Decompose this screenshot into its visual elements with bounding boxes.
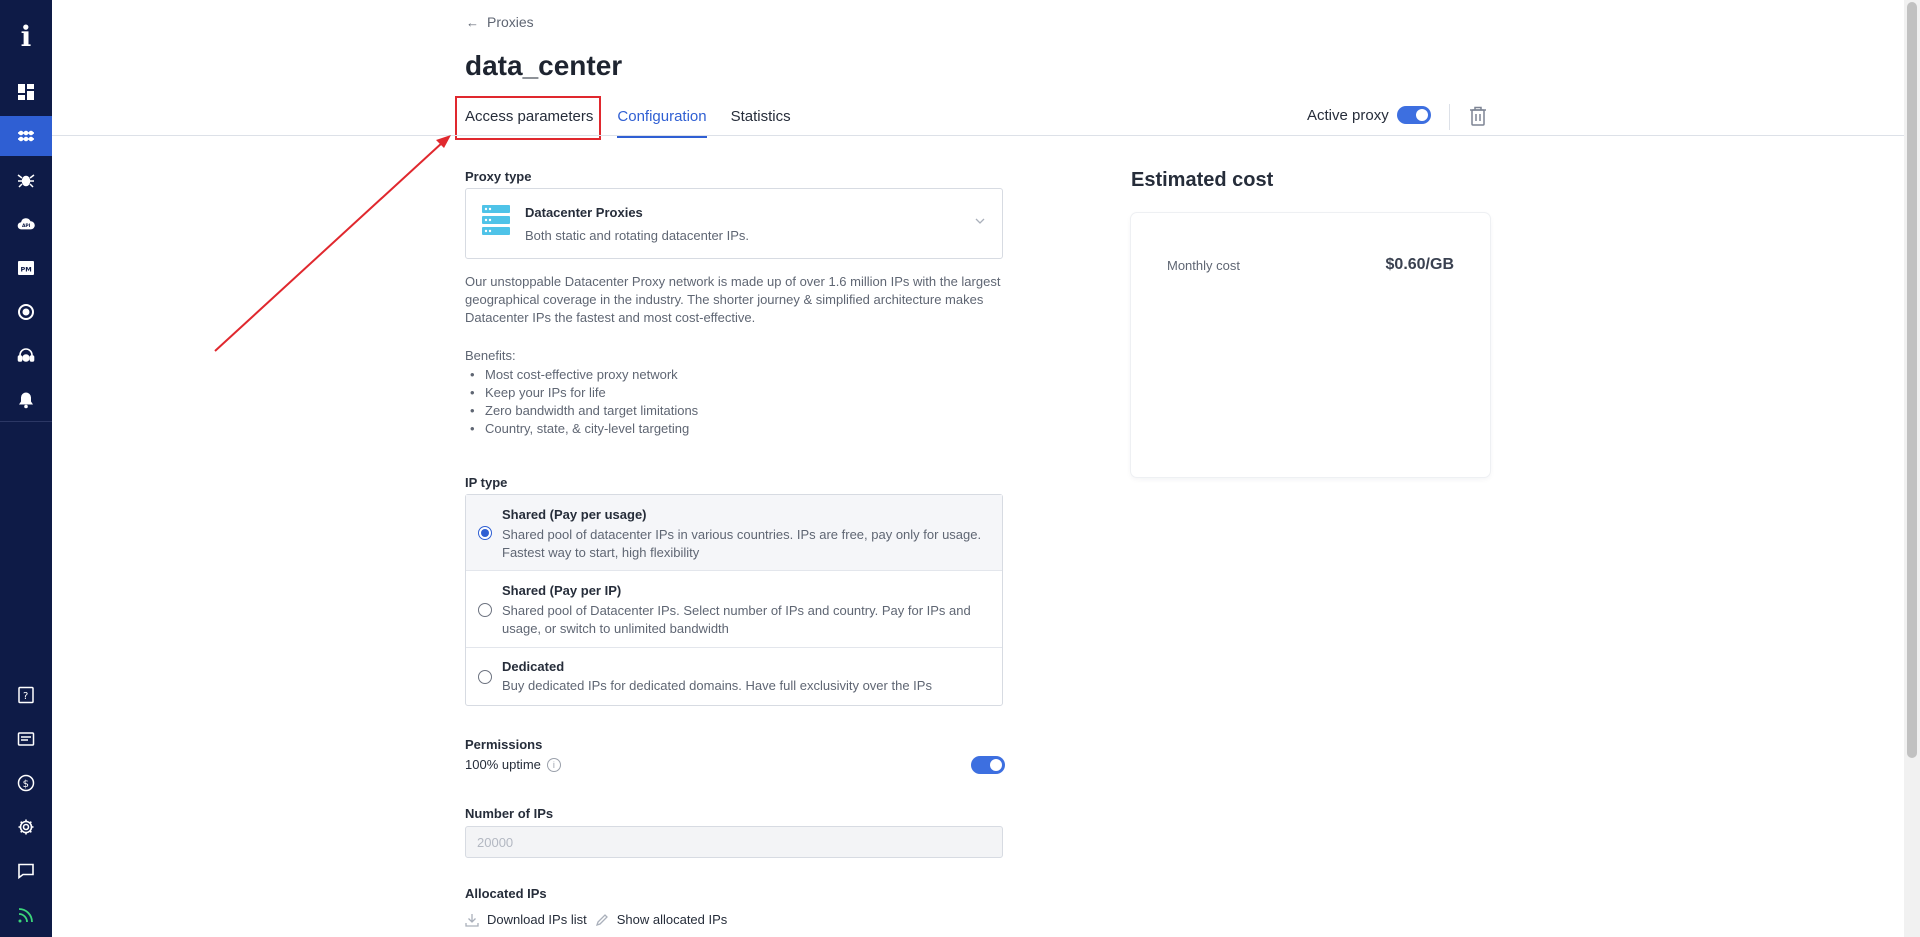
- active-proxy-label: Active proxy: [1307, 106, 1389, 124]
- svg-text:?: ?: [23, 691, 28, 702]
- ip-option-title: Shared (Pay per usage): [502, 507, 647, 522]
- ip-type-label: IP type: [465, 475, 508, 490]
- proxy-manager-icon[interactable]: PM: [0, 248, 52, 288]
- api-cloud-icon[interactable]: API: [0, 204, 52, 244]
- sidebar-divider: [0, 421, 52, 422]
- permissions-label: Permissions: [465, 737, 543, 752]
- proxy-type-title: Datacenter Proxies: [525, 205, 643, 220]
- svg-text:PM: PM: [21, 266, 32, 274]
- settings-gear-icon[interactable]: [0, 807, 52, 847]
- rss-feed-icon[interactable]: [0, 895, 52, 935]
- radio-button[interactable]: [478, 670, 492, 684]
- estimated-cost-card: Monthly cost $0.60/GB: [1131, 213, 1490, 477]
- benefit-item: Most cost-effective proxy network: [465, 366, 698, 384]
- ip-type-radio-group: Shared (Pay per usage) Shared pool of da…: [465, 494, 1003, 706]
- help-icon[interactable]: ?: [0, 675, 52, 715]
- bell-icon[interactable]: [0, 380, 52, 420]
- sidebar: i API PM ? $: [0, 0, 52, 937]
- annotation-arrow: [214, 135, 451, 352]
- back-to-proxies-link[interactable]: ← Proxies: [466, 14, 534, 30]
- ip-option-desc: Buy dedicated IPs for dedicated domains.…: [502, 678, 932, 693]
- ip-option-shared-ip[interactable]: Shared (Pay per IP) Shared pool of Datac…: [466, 571, 1002, 648]
- proxy-type-subtitle: Both static and rotating datacenter IPs.: [525, 228, 750, 243]
- ip-option-desc: Shared pool of Datacenter IPs. Select nu…: [502, 603, 971, 636]
- chat-icon[interactable]: [0, 851, 52, 891]
- radio-button[interactable]: [478, 603, 492, 617]
- uptime-toggle[interactable]: [971, 756, 1005, 774]
- dashboard-icon[interactable]: [0, 72, 52, 112]
- uptime-label: 100% uptime: [465, 757, 541, 772]
- scrollbar-thumb[interactable]: [1907, 2, 1917, 758]
- support-headset-icon[interactable]: [0, 336, 52, 376]
- proxy-type-select[interactable]: Datacenter Proxies Both static and rotat…: [465, 188, 1003, 259]
- monthly-cost-label: Monthly cost: [1167, 258, 1240, 273]
- back-link-label: Proxies: [487, 14, 534, 30]
- tab-divider: [52, 135, 1904, 136]
- server-stack-icon: [482, 205, 510, 235]
- proxy-type-description: Our unstoppable Datacenter Proxy network…: [465, 274, 1001, 325]
- tab-statistics[interactable]: Statistics: [731, 98, 791, 138]
- benefits-title: Benefits:: [465, 348, 516, 363]
- ip-option-shared-usage[interactable]: Shared (Pay per usage) Shared pool of da…: [466, 495, 1002, 571]
- header-separator: [1449, 104, 1450, 130]
- proxies-network-icon[interactable]: [0, 116, 52, 156]
- show-allocated-ips-link[interactable]: Show allocated IPs: [617, 912, 728, 927]
- radio-button[interactable]: [478, 526, 492, 540]
- benefits-list: Most cost-effective proxy network Keep y…: [465, 366, 698, 438]
- benefit-item: Zero bandwidth and target limitations: [465, 402, 698, 420]
- proxy-type-label: Proxy type: [465, 169, 532, 184]
- benefit-item: Country, state, & city-level targeting: [465, 420, 698, 438]
- page-title: data_center: [465, 50, 623, 81]
- chevron-down-icon: [975, 218, 985, 224]
- billing-list-icon[interactable]: [0, 719, 52, 759]
- allocated-ips-label: Allocated IPs: [465, 886, 547, 901]
- tab-bar: Access parameters Configuration Statisti…: [454, 96, 815, 140]
- pencil-icon: [595, 913, 608, 926]
- download-ips-link[interactable]: Download IPs list: [487, 912, 587, 927]
- trash-icon[interactable]: [1469, 106, 1487, 126]
- active-proxy-control: Active proxy: [1307, 106, 1431, 124]
- dollar-icon[interactable]: $: [0, 763, 52, 803]
- number-of-ips-input[interactable]: 20000: [465, 826, 1003, 858]
- arrow-left-icon: ←: [466, 14, 479, 30]
- download-icon: [465, 913, 479, 927]
- ip-option-title: Shared (Pay per IP): [502, 583, 622, 598]
- info-icon[interactable]: i: [546, 757, 561, 772]
- page-scrollbar[interactable]: [1904, 0, 1920, 937]
- estimated-cost-title: Estimated cost: [1131, 169, 1274, 191]
- ip-option-dedicated[interactable]: Dedicated Buy dedicated IPs for dedicate…: [466, 648, 1002, 705]
- uptime-row: 100% uptime i: [465, 757, 561, 772]
- number-of-ips-label: Number of IPs: [465, 806, 554, 821]
- logo-icon[interactable]: i: [0, 16, 52, 56]
- svg-text:API: API: [22, 223, 31, 229]
- ip-option-title: Dedicated: [502, 659, 565, 674]
- active-proxy-toggle[interactable]: [1396, 106, 1431, 124]
- tab-access-parameters[interactable]: Access parameters: [454, 96, 602, 140]
- benefits: Benefits: Most cost-effective proxy netw…: [465, 347, 698, 438]
- ip-option-desc: Shared pool of datacenter IPs in various…: [502, 527, 982, 560]
- tab-configuration[interactable]: Configuration: [617, 98, 707, 138]
- scraper-spider-icon[interactable]: [0, 160, 52, 200]
- svg-text:$: $: [23, 779, 29, 790]
- benefit-item: Keep your IPs for life: [465, 384, 698, 402]
- browser-icon[interactable]: [0, 292, 52, 332]
- allocated-ips-actions: Download IPs list Show allocated IPs: [465, 912, 727, 927]
- monthly-cost-value: $0.60/GB: [1385, 256, 1454, 273]
